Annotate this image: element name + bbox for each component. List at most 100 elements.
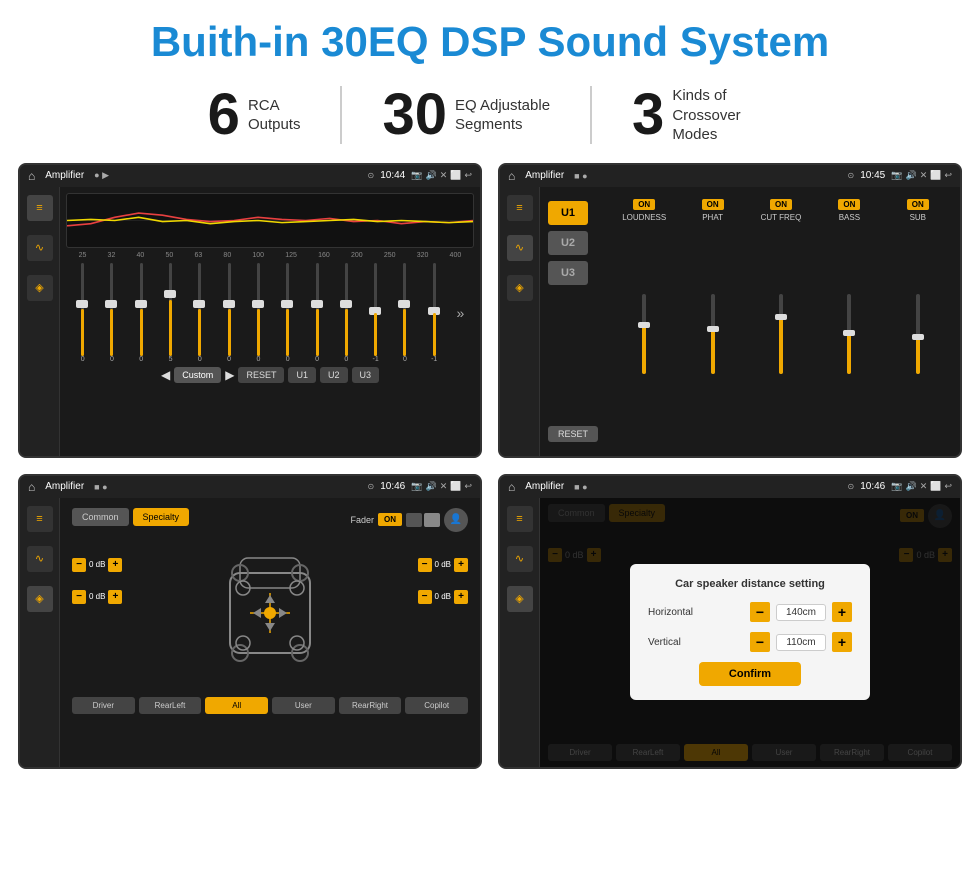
crossover-screen-title: Amplifier [525,170,564,181]
ch-cutfreq: ON CUT FREQ [749,199,813,444]
sp-fl-value: 0 dB [89,560,105,569]
eq-custom-btn[interactable]: Custom [174,367,221,383]
sp-rl-minus[interactable]: − [72,590,86,604]
fader-time: 10:46 [380,481,405,492]
car-svg-container [215,543,325,688]
sp-fr-plus[interactable]: + [454,558,468,572]
dialog-vertical-minus[interactable]: − [750,632,770,652]
fader-sidebar-speaker[interactable]: ◈ [27,586,53,612]
eq-time: 10:44 [380,170,405,181]
ch-bass-name: BASS [839,213,860,222]
sp-rl-plus[interactable]: + [108,590,122,604]
distance-sidebar-eq[interactable]: ≡ [507,506,533,532]
ch-phat-slider[interactable] [711,225,715,444]
eq-sidebar-wave[interactable]: ∿ [27,235,53,261]
eq-reset-btn[interactable]: RESET [238,367,284,383]
dialog-vertical-value: 110cm [776,634,826,651]
ch-cutfreq-slider[interactable] [779,225,783,444]
btn-driver[interactable]: Driver [72,697,135,714]
eq-slider-4[interactable]: 0 [193,263,207,363]
distance-sidebar-wave[interactable]: ∿ [507,546,533,572]
eq-u2-btn[interactable]: U2 [320,367,348,383]
dialog-horizontal-minus[interactable]: − [750,602,770,622]
crossover-sidebar-wave[interactable]: ∿ [507,235,533,261]
eq-slider-1[interactable]: 0 [105,263,119,363]
unit-u2-btn[interactable]: U2 [548,231,588,255]
btn-rearleft[interactable]: RearLeft [139,697,202,714]
crossover-screen-content: ≡ ∿ ◈ U1 U2 U3 RESET ON LOUDNESS [500,187,960,456]
eq-next-arrow[interactable]: ▶ [225,368,234,382]
eq-controls: ◀ Custom ▶ RESET U1 U2 U3 [66,367,474,383]
sp-fr-value: 0 dB [435,560,451,569]
ch-bass: ON BASS [817,199,881,444]
fader-screen: ⌂ Amplifier ■ ● ⊙ 10:46 📷🔊✕⬜↩ ≡ ∿ ◈ Comm… [18,474,482,769]
ch-loudness-slider[interactable] [642,225,646,444]
btn-user[interactable]: User [272,697,335,714]
btn-rearright[interactable]: RearRight [339,697,402,714]
eq-slider-11[interactable]: 0 [398,263,412,363]
eq-u1-btn[interactable]: U1 [288,367,316,383]
eq-slider-2[interactable]: 0 [134,263,148,363]
eq-u3-btn[interactable]: U3 [352,367,380,383]
crossover-status-icons: 📷🔊✕⬜↩ [891,170,952,181]
dialog-title: Car speaker distance setting [648,578,852,590]
eq-slider-3[interactable]: 5 [164,263,178,363]
sp-fl-minus[interactable]: − [72,558,86,572]
stat-eq-label: EQ Adjustable Segments [455,96,550,135]
fader-sidebar: ≡ ∿ ◈ [20,498,60,767]
eq-slider-5[interactable]: 0 [222,263,236,363]
dialog-confirm-btn[interactable]: Confirm [699,662,801,686]
eq-screen: ⌂ Amplifier ● ▶ ⊙ 10:44 📷🔊✕⬜↩ ≡ ∿ ◈ [18,163,482,458]
btn-all[interactable]: All [205,697,268,714]
dialog-vertical-row: Vertical − 110cm + [648,632,852,652]
unit-u1-btn[interactable]: U1 [548,201,588,225]
crossover-reset-btn[interactable]: RESET [548,426,598,442]
fader-on-toggle[interactable]: ON [378,513,402,526]
eq-slider-8[interactable]: 0 [310,263,324,363]
eq-slider-0[interactable]: 0 [76,263,90,363]
sp-fl-plus[interactable]: + [108,558,122,572]
tab-common[interactable]: Common [72,508,129,526]
crossover-sidebar-speaker[interactable]: ◈ [507,275,533,301]
fader-sidebar-wave[interactable]: ∿ [27,546,53,572]
crossover-status-bar: ⌂ Amplifier ■ ● ⊙ 10:45 📷🔊✕⬜↩ [500,165,960,187]
ch-sub-slider[interactable] [916,225,920,444]
eq-slider-9[interactable]: 0 [339,263,353,363]
dialog-horizontal-row: Horizontal − 140cm + [648,602,852,622]
stat-crossover-num: 3 [632,86,664,144]
dialog-horizontal-value: 140cm [776,604,826,621]
dialog-horizontal-plus[interactable]: + [832,602,852,622]
eq-curve-svg [67,194,473,247]
eq-slider-10[interactable]: -1 [369,263,383,363]
eq-prev-arrow[interactable]: ◀ [161,368,170,382]
ch-loudness: ON LOUDNESS [612,199,676,444]
dialog-vertical-plus[interactable]: + [832,632,852,652]
eq-slider-12[interactable]: -1 [427,263,441,363]
eq-sidebar-speaker[interactable]: ◈ [27,275,53,301]
dialog-horizontal-ctrl: − 140cm + [750,602,852,622]
channel-grid: ON LOUDNESS ON PHAT ON [606,193,956,450]
ch-cutfreq-on: ON [770,199,792,210]
distance-screen: ⌂ Amplifier ■ ● ⊙ 10:46 📷🔊✕⬜↩ ≡ ∿ ◈ [498,474,962,769]
btn-copilot[interactable]: Copilot [405,697,468,714]
crossover-screen: ⌂ Amplifier ■ ● ⊙ 10:45 📷🔊✕⬜↩ ≡ ∿ ◈ U1 U… [498,163,962,458]
fader-status-icons: 📷🔊✕⬜↩ [411,481,472,492]
distance-sidebar-speaker[interactable]: ◈ [507,586,533,612]
eq-sidebar-eq[interactable]: ≡ [27,195,53,221]
distance-home-icon: ⌂ [508,480,515,494]
sp-rr-minus[interactable]: − [418,590,432,604]
sp-fr-minus[interactable]: − [418,558,432,572]
eq-slider-6[interactable]: 0 [251,263,265,363]
crossover-sidebar-eq[interactable]: ≡ [507,195,533,221]
page-header: Buith-in 30EQ DSP Sound System [0,0,980,76]
sp-rr-value: 0 dB [435,592,451,601]
eq-slider-7[interactable]: 0 [281,263,295,363]
unit-u3-btn[interactable]: U3 [548,261,588,285]
sp-rr-plus[interactable]: + [454,590,468,604]
ch-bass-slider[interactable] [847,225,851,444]
sp-rl-value: 0 dB [89,592,105,601]
ch-sub: ON SUB [886,199,950,444]
fader-sidebar-eq[interactable]: ≡ [27,506,53,532]
ch-loudness-name: LOUDNESS [622,213,666,222]
tab-specialty[interactable]: Specialty [133,508,190,526]
